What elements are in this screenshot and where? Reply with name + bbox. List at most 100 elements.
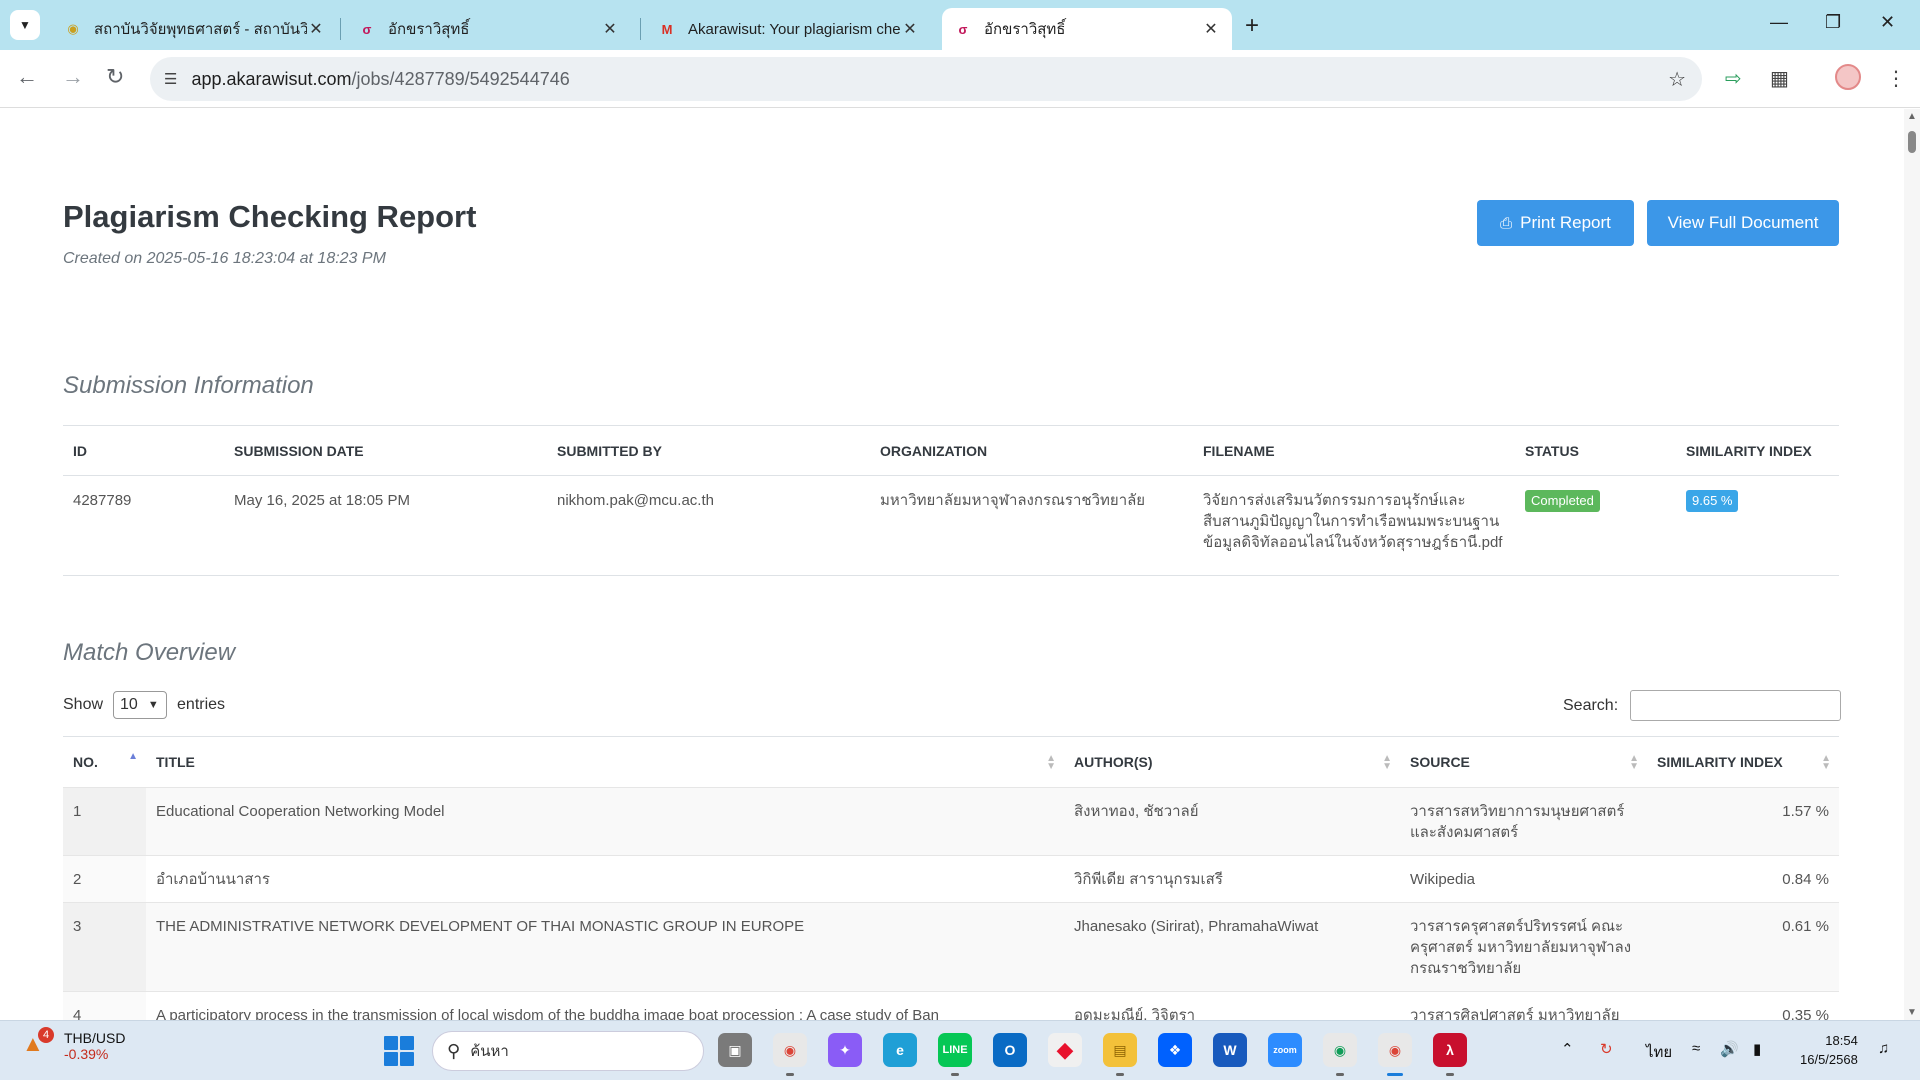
print-report-button[interactable]: ⎙ Print Report: [1477, 200, 1634, 246]
browser-toolbar: ← → ↻ ☰ app.akarawisut.com/jobs/4287789/…: [0, 50, 1920, 108]
close-icon[interactable]: ✕: [307, 19, 325, 39]
tab-akarawisut-active[interactable]: σ อักขราวิสุทธิ์ ✕: [942, 8, 1232, 50]
col-source[interactable]: SOURCE ▲ ▼: [1400, 736, 1647, 788]
table-search-input[interactable]: [1630, 690, 1842, 721]
match-row[interactable]: 1 Educational Cooperation Networking Mod…: [63, 787, 1839, 856]
currency-widget[interactable]: ▲ 4 THB/USD -0.39%: [22, 1027, 125, 1062]
volume-icon[interactable]: 🔊: [1720, 1040, 1739, 1058]
col-no[interactable]: NO. ▲: [63, 736, 146, 788]
address-bar[interactable]: ☰ app.akarawisut.com/jobs/4287789/549254…: [150, 57, 1702, 101]
windows-start-icon[interactable]: [384, 1036, 414, 1066]
match-source: วารสารครุศาสตร์ปริทรรศน์ คณะครุศาสตร์ มห…: [1400, 902, 1647, 992]
reload-icon[interactable]: ↻: [106, 64, 124, 90]
col-id: ID: [63, 425, 224, 476]
chevron-up-icon[interactable]: ⌃: [1561, 1040, 1574, 1058]
forward-arrow-icon[interactable]: →: [62, 64, 84, 90]
bookmark-star-icon[interactable]: ☆: [1668, 67, 1686, 92]
more-menu-icon[interactable]: ⋮: [1886, 66, 1906, 91]
col-submission-date: SUBMISSION DATE: [224, 425, 547, 476]
wifi-icon[interactable]: ≈: [1692, 1040, 1700, 1057]
akarawisut-logo-icon: σ: [958, 21, 968, 37]
tab-search-button[interactable]: ▼: [10, 10, 40, 40]
status-badge: Completed: [1525, 490, 1600, 512]
match-row[interactable]: 3 THE ADMINISTRATIVE NETWORK DEVELOPMENT…: [63, 902, 1839, 992]
match-title: อำเภอบ้านนาสาร: [146, 855, 1064, 903]
minimize-icon[interactable]: —: [1770, 12, 1788, 33]
scroll-down-icon[interactable]: ▼: [1907, 1007, 1917, 1018]
outlook-icon[interactable]: O: [993, 1033, 1027, 1067]
sync-icon[interactable]: ↻: [1600, 1040, 1613, 1058]
chrome-icon[interactable]: ◉: [773, 1033, 807, 1076]
submission-row: 4287789 May 16, 2025 at 18:05 PM nikhom.…: [63, 475, 1839, 576]
match-source: วารสารศิลปศาสตร์ มหาวิทยาลัย: [1400, 991, 1647, 1020]
back-arrow-icon[interactable]: ←: [16, 64, 38, 90]
entries-select[interactable]: 10 ▼: [113, 691, 168, 719]
input-language[interactable]: ไทย: [1646, 1040, 1672, 1064]
word-icon[interactable]: W: [1213, 1033, 1247, 1067]
chart-trend-icon: ▲ 4: [22, 1027, 54, 1061]
similarity-badge: 9.65 %: [1686, 490, 1739, 512]
match-row[interactable]: 4 A participatory process in the transmi…: [63, 991, 1839, 1020]
search-icon: ⚲: [447, 1040, 461, 1061]
file-explorer-icon[interactable]: ▤: [1103, 1033, 1137, 1076]
printer-icon: ⎙: [1500, 214, 1513, 232]
edge-icon[interactable]: e: [883, 1033, 917, 1067]
close-icon[interactable]: ✕: [901, 19, 919, 39]
notification-badge: 4: [38, 1027, 54, 1043]
taskbar-search[interactable]: ⚲ ค้นหา: [432, 1031, 704, 1071]
tab-research-institute[interactable]: ◉ สถาบันวิจัยพุทธศาสตร์ - สถาบันวิจัย ✕: [52, 8, 337, 50]
col-similarity[interactable]: SIMILARITY INDEX ▲ ▼: [1647, 736, 1839, 788]
extensions-puzzle-icon[interactable]: ▦: [1770, 66, 1789, 91]
chrome-profile-icon[interactable]: ◉: [1323, 1033, 1357, 1076]
match-table: NO. ▲ TITLE ▲ ▼ AUTHOR(S) ▲ ▼ SOURCE ▲ ▼ SIMILA…: [63, 736, 1839, 1020]
notification-bell-icon[interactable]: ♫: [1878, 1040, 1889, 1057]
profile-avatar[interactable]: [1835, 64, 1861, 90]
new-tab-button[interactable]: +: [1245, 12, 1259, 40]
sign-in-icon[interactable]: ⇨: [1725, 66, 1742, 91]
match-title: THE ADMINISTRATIVE NETWORK DEVELOPMENT O…: [146, 902, 1064, 992]
tab-separator: [340, 18, 341, 40]
taskbar-clock[interactable]: 18:54 16/5/2568: [1800, 1031, 1858, 1069]
battery-icon[interactable]: ▮: [1753, 1040, 1761, 1058]
filename: วิจัยการส่งเสริมนวัตกรรมการอนุรักษ์และสื…: [1193, 475, 1515, 576]
page-scrollbar[interactable]: ▲ ▼: [1904, 109, 1920, 1020]
tab-akarawisut-1[interactable]: σ อักขราวิสุทธิ์ ✕: [346, 8, 631, 50]
submitted-by: nikhom.pak@mcu.ac.th: [547, 475, 870, 576]
university-seal-icon: ◉: [67, 21, 79, 36]
scroll-up-icon[interactable]: ▲: [1907, 111, 1917, 122]
acrobat-icon[interactable]: λ: [1433, 1033, 1467, 1076]
submission-section-title: Submission Information: [63, 372, 314, 399]
task-view-icon[interactable]: ▣: [718, 1033, 752, 1067]
copilot-icon[interactable]: ✦: [828, 1033, 862, 1067]
close-window-icon[interactable]: ✕: [1880, 12, 1895, 33]
match-authors: Jhanesako (Sirirat), PhramahaWiwat: [1064, 902, 1400, 992]
gmail-icon: M: [661, 21, 673, 37]
match-section-title: Match Overview: [63, 639, 236, 666]
col-title[interactable]: TITLE ▲ ▼: [146, 736, 1064, 788]
match-authors: วิกิพีเดีย สารานุกรมเสรี: [1064, 855, 1400, 903]
close-icon[interactable]: ✕: [1202, 19, 1220, 39]
sort-icon: ▲ ▼: [1821, 753, 1831, 772]
match-no: 3: [63, 902, 146, 992]
col-status: STATUS: [1515, 425, 1676, 476]
site-info-icon[interactable]: ☰: [164, 70, 177, 88]
match-row[interactable]: 2 อำเภอบ้านนาสาร วิกิพีเดีย สารานุกรมเสร…: [63, 855, 1839, 903]
chrome-active-icon[interactable]: ◉: [1378, 1033, 1412, 1076]
dropbox-icon[interactable]: ❖: [1158, 1033, 1192, 1067]
col-authors[interactable]: AUTHOR(S) ▲ ▼: [1064, 736, 1400, 788]
close-icon[interactable]: ✕: [601, 19, 619, 39]
scrollbar-thumb[interactable]: [1908, 131, 1916, 153]
zoom-icon[interactable]: zoom: [1268, 1033, 1302, 1067]
sort-icon: ▲ ▼: [1382, 753, 1392, 772]
report-page: Plagiarism Checking Report Created on 20…: [0, 109, 1904, 1020]
line-icon[interactable]: LINE: [938, 1033, 972, 1076]
restore-icon[interactable]: ❐: [1825, 12, 1841, 33]
view-full-document-button[interactable]: View Full Document: [1647, 200, 1839, 246]
tab-gmail[interactable]: M Akarawisut: Your plagiarism che ✕: [646, 8, 931, 50]
match-source: Wikipedia: [1400, 855, 1647, 903]
match-title: Educational Cooperation Networking Model: [146, 787, 1064, 856]
anydesk-icon[interactable]: ◆: [1048, 1033, 1082, 1067]
url-text[interactable]: app.akarawisut.com/jobs/4287789/54925447…: [191, 69, 569, 90]
akarawisut-logo-icon: σ: [362, 21, 372, 37]
col-similarity-index: SIMILARITY INDEX: [1676, 425, 1839, 476]
